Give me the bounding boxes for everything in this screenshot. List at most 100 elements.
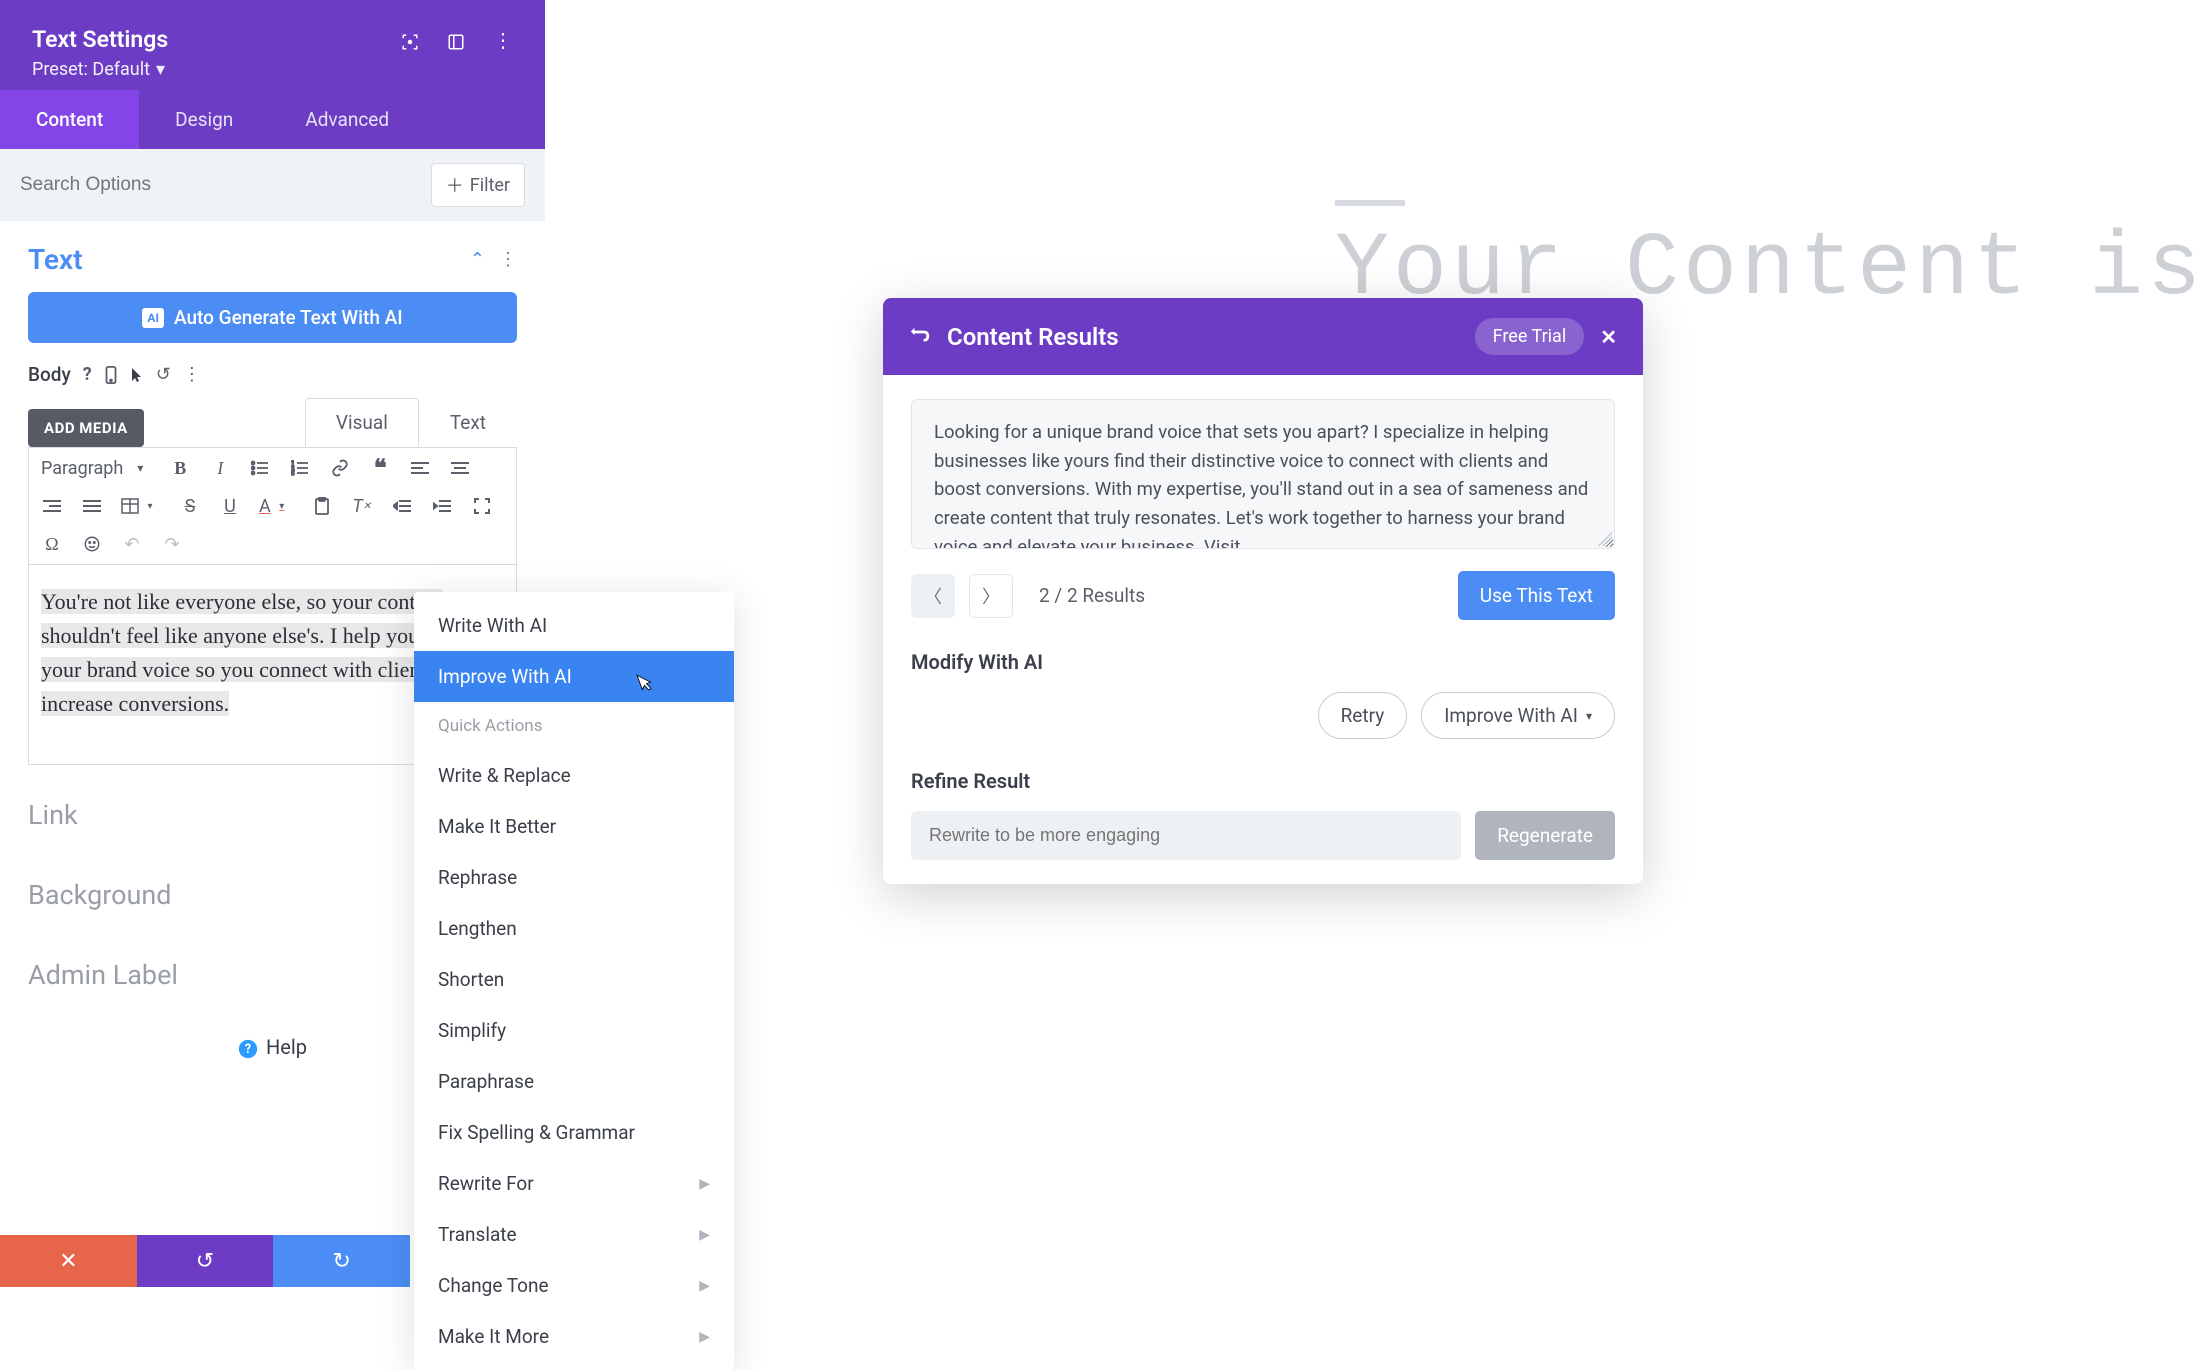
- strikethrough-icon[interactable]: S: [179, 494, 201, 518]
- editor-tab-text[interactable]: Text: [419, 398, 517, 447]
- chevron-right-icon: ▶: [699, 1176, 710, 1192]
- ai-badge-icon: AI: [142, 308, 164, 328]
- search-row: ＋ Filter: [0, 149, 545, 221]
- improve-with-ai-dropdown[interactable]: Improve With AI ▾: [1421, 692, 1615, 739]
- text-color-icon[interactable]: A ▾: [259, 494, 293, 518]
- tab-bar: Content Design Advanced: [0, 90, 545, 149]
- menu-shorten[interactable]: Shorten: [414, 954, 734, 1005]
- body-label: Body: [28, 363, 71, 386]
- menu-rewrite-for[interactable]: Rewrite For▶: [414, 1158, 734, 1209]
- menu-write-replace[interactable]: Write & Replace: [414, 750, 734, 801]
- tab-advanced[interactable]: Advanced: [269, 90, 425, 149]
- body-row: Body ? ↺ ⋮: [28, 363, 517, 386]
- menu-rephrase[interactable]: Rephrase: [414, 852, 734, 903]
- free-trial-badge[interactable]: Free Trial: [1475, 318, 1585, 355]
- emoji-icon[interactable]: [81, 532, 103, 556]
- search-input[interactable]: [20, 174, 419, 196]
- reset-icon[interactable]: ↺: [156, 364, 171, 385]
- redo-editor-icon[interactable]: ↷: [161, 532, 183, 556]
- help-icon: ?: [238, 1035, 258, 1059]
- editor-toolbar: Paragraph ▾ B I 123 ❝ ▾ S U A ▾ T✕ Ω ↶: [28, 447, 517, 565]
- underline-icon[interactable]: U: [219, 494, 241, 518]
- ai-context-menu: Write With AI Improve With AI Quick Acti…: [414, 592, 734, 1370]
- use-this-text-button[interactable]: Use This Text: [1458, 571, 1615, 620]
- modify-label: Modify With AI: [911, 650, 1615, 674]
- bottom-action-bar: ✕ ↺ ↻: [0, 1235, 410, 1287]
- chevron-right-icon: ▶: [699, 1329, 710, 1345]
- filter-button[interactable]: ＋ Filter: [431, 163, 525, 207]
- quote-icon[interactable]: ❝: [369, 456, 391, 480]
- plus-icon: ＋: [446, 172, 464, 198]
- section-title: Text: [28, 243, 83, 276]
- bullet-list-icon[interactable]: [249, 456, 271, 480]
- undo-editor-icon[interactable]: ↶: [121, 532, 143, 556]
- paste-icon[interactable]: [311, 494, 333, 518]
- more-icon[interactable]: ⋮: [493, 28, 513, 52]
- mobile-icon[interactable]: [104, 364, 118, 385]
- regenerate-button[interactable]: Regenerate: [1475, 811, 1615, 860]
- close-icon[interactable]: ✕: [1600, 325, 1617, 349]
- prev-result-button[interactable]: 〈: [911, 574, 955, 618]
- refine-input[interactable]: [911, 811, 1461, 860]
- results-title: Content Results: [947, 323, 1459, 351]
- section-more-icon[interactable]: ⋮: [499, 249, 517, 270]
- sidebar-header: Text Settings Preset: Default ▾ ⋮: [0, 0, 545, 90]
- tab-design[interactable]: Design: [139, 90, 269, 149]
- body-more-icon[interactable]: ⋮: [183, 364, 201, 385]
- chevron-right-icon: ▶: [699, 1278, 710, 1294]
- collapse-icon[interactable]: ⌃: [470, 249, 485, 270]
- chevron-down-icon: ▾: [129, 456, 151, 480]
- menu-lengthen[interactable]: Lengthen: [414, 903, 734, 954]
- menu-make-it-better[interactable]: Make It Better: [414, 801, 734, 852]
- menu-fix-spelling[interactable]: Fix Spelling & Grammar: [414, 1107, 734, 1158]
- menu-paraphrase[interactable]: Paraphrase: [414, 1056, 734, 1107]
- menu-make-it-more[interactable]: Make It More▶: [414, 1311, 734, 1362]
- menu-quick-actions-header: Quick Actions: [414, 702, 734, 750]
- svg-text:?: ?: [245, 1042, 251, 1057]
- italic-icon[interactable]: I: [209, 456, 231, 480]
- bold-icon[interactable]: B: [169, 456, 191, 480]
- outdent-icon[interactable]: [391, 494, 413, 518]
- indent-icon[interactable]: [431, 494, 453, 518]
- close-button[interactable]: ✕: [0, 1235, 137, 1287]
- menu-improve-with-ai[interactable]: Improve With AI: [414, 651, 734, 702]
- format-dropdown[interactable]: Paragraph ▾: [41, 456, 151, 480]
- results-header: Content Results Free Trial ✕: [883, 298, 1643, 375]
- menu-translate[interactable]: Translate▶: [414, 1209, 734, 1260]
- retry-button[interactable]: Retry: [1318, 692, 1408, 739]
- layout-icon[interactable]: [447, 28, 465, 52]
- menu-simplify[interactable]: Simplify: [414, 1005, 734, 1056]
- chevron-right-icon: ▶: [699, 1227, 710, 1243]
- chevron-down-icon: ▾: [1586, 709, 1592, 723]
- tab-content[interactable]: Content: [0, 90, 139, 149]
- align-left-icon[interactable]: [409, 456, 431, 480]
- align-center-icon[interactable]: [449, 456, 471, 480]
- focus-icon[interactable]: [401, 28, 419, 52]
- cursor-icon[interactable]: [130, 364, 144, 385]
- number-list-icon[interactable]: 123: [289, 456, 311, 480]
- auto-generate-button[interactable]: AI Auto Generate Text With AI: [28, 292, 517, 343]
- menu-change-tone[interactable]: Change Tone▶: [414, 1260, 734, 1311]
- align-right-icon[interactable]: [41, 494, 63, 518]
- content-results-dialog: Content Results Free Trial ✕ Looking for…: [883, 298, 1643, 884]
- special-char-icon[interactable]: Ω: [41, 532, 63, 556]
- add-media-button[interactable]: ADD MEDIA: [28, 409, 144, 447]
- editor-tab-visual[interactable]: Visual: [305, 398, 419, 447]
- align-justify-icon[interactable]: [81, 494, 103, 518]
- result-text-area[interactable]: Looking for a unique brand voice that se…: [911, 399, 1615, 549]
- preset-dropdown[interactable]: Preset: Default ▾: [32, 59, 513, 80]
- chevron-down-icon: ▾: [156, 59, 165, 80]
- next-result-button[interactable]: 〉: [969, 574, 1013, 618]
- redo-button[interactable]: ↻: [273, 1235, 410, 1287]
- link-icon[interactable]: [329, 456, 351, 480]
- clear-format-icon[interactable]: T✕: [351, 494, 373, 518]
- back-icon[interactable]: [909, 324, 931, 349]
- undo-button[interactable]: ↺: [137, 1235, 274, 1287]
- table-icon[interactable]: ▾: [121, 494, 161, 518]
- results-nav: 〈 〉 2 / 2 Results Use This Text: [911, 571, 1615, 620]
- menu-write-with-ai[interactable]: Write With AI: [414, 600, 734, 651]
- help-icon[interactable]: ?: [83, 364, 92, 385]
- result-counter: 2 / 2 Results: [1027, 584, 1444, 607]
- fullscreen-icon[interactable]: [471, 494, 493, 518]
- divider: [1335, 200, 1405, 206]
